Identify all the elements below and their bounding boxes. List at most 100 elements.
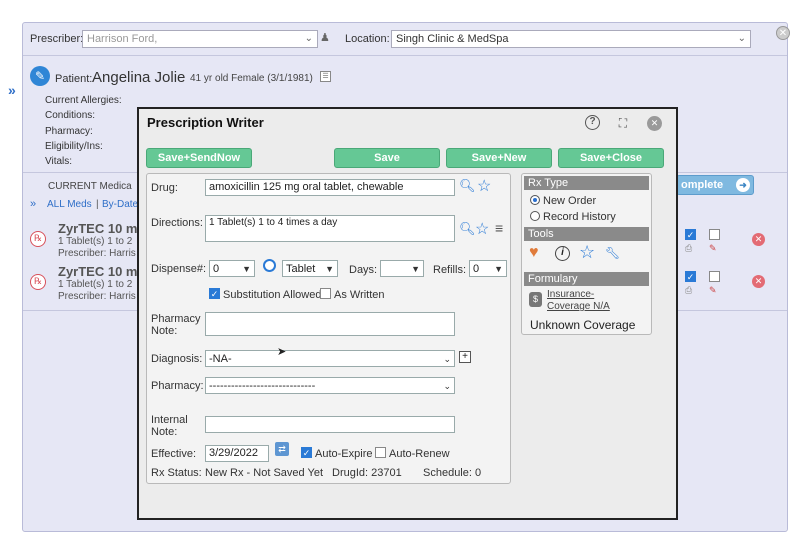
- patient-label: Patient:: [55, 73, 93, 85]
- info-icon[interactable]: i: [555, 246, 570, 261]
- diagnosis-select[interactable]: -NA- ⌄: [205, 350, 455, 367]
- favorite-star-icon[interactable]: ☆: [475, 219, 489, 239]
- dispense-label: Dispense#:: [151, 263, 207, 275]
- expand-chevrons-icon[interactable]: »: [8, 82, 16, 98]
- vitals-label: Vitals:: [45, 156, 73, 167]
- prescriber-select[interactable]: Harrison Ford, ⌄: [82, 30, 318, 48]
- patient-details: 41 yr old Female (3/1/1981): [190, 73, 313, 84]
- complete-button[interactable]: omplete ➜: [676, 175, 754, 195]
- med-sig: 1 Tablet(s) 1 to 2: [58, 236, 133, 247]
- dollar-icon: $: [529, 292, 542, 307]
- current-meds-label: CURRENT Medica: [48, 181, 132, 192]
- pin-icon[interactable]: ✎: [709, 243, 717, 254]
- med-prescriber: Prescriber: Harris: [58, 291, 136, 302]
- unit-select[interactable]: Tablet ▼: [282, 260, 338, 277]
- prescriber-label: Prescriber:: [30, 33, 84, 45]
- pharmacy-label: Pharmacy:: [45, 126, 93, 137]
- days-label: Days:: [349, 264, 378, 276]
- patient-name[interactable]: Angelina Jolie: [92, 69, 185, 86]
- pharmacy-note-input[interactable]: [205, 312, 455, 336]
- menu-icon[interactable]: ≡: [495, 220, 503, 236]
- med-checkbox[interactable]: ✓: [685, 229, 696, 240]
- arrow-icon: ➜: [736, 178, 750, 192]
- med-sig: 1 Tablet(s) 1 to 2: [58, 279, 133, 290]
- insurance-coverage-link[interactable]: Coverage N/A: [547, 301, 610, 312]
- heart-icon[interactable]: ♥: [529, 244, 539, 262]
- rx-status-value: New Rx - Not Saved Yet: [205, 467, 324, 479]
- favorite-star-icon[interactable]: ☆: [477, 176, 491, 196]
- med-checkbox[interactable]: [709, 229, 720, 240]
- print-icon[interactable]: ⎙: [685, 243, 692, 254]
- internal-note-input[interactable]: [205, 416, 455, 433]
- divider: [23, 55, 787, 56]
- add-diagnosis-button[interactable]: +: [459, 351, 471, 363]
- chevron-down-icon: ⌄: [443, 354, 451, 364]
- auto-expire-label: Auto-Expire: [315, 448, 373, 460]
- chevron-down-icon: ▼: [242, 264, 251, 274]
- filter-by-date[interactable]: By-Date: [102, 199, 138, 210]
- save-button[interactable]: Save: [334, 148, 440, 168]
- days-select[interactable]: ▼: [380, 260, 424, 277]
- insurance-coverage-link[interactable]: Insurance-: [547, 289, 594, 300]
- auto-expire-checkbox[interactable]: ✓: [301, 447, 312, 458]
- fullscreen-icon[interactable]: ⛶: [615, 115, 631, 131]
- calendar-icon[interactable]: ⇄: [275, 442, 289, 456]
- print-icon[interactable]: ⎙: [685, 285, 692, 296]
- effective-date-input[interactable]: 3/29/2022: [205, 445, 269, 462]
- rx-icon: ℞: [30, 231, 46, 247]
- close-dialog-icon[interactable]: ✕: [647, 116, 662, 131]
- save-send-now-button[interactable]: Save+SendNow: [146, 148, 252, 168]
- patient-card-icon[interactable]: ☰: [320, 71, 331, 82]
- auto-renew-label: Auto-Renew: [389, 448, 450, 460]
- conditions-label: Conditions:: [45, 110, 96, 121]
- new-order-label: New Order: [543, 195, 597, 207]
- med-prescriber: Prescriber: Harris: [58, 248, 136, 259]
- rx-type-header: Rx Type: [524, 176, 649, 190]
- edit-patient-icon[interactable]: ✎: [30, 66, 50, 86]
- pharmacy-note-label: Note:: [151, 325, 178, 337]
- med-name[interactable]: ZyrTEC 10 m: [58, 264, 137, 279]
- chevron-down-icon: ⌄: [737, 33, 746, 44]
- chevron-down-icon: ▼: [411, 264, 420, 274]
- save-new-button[interactable]: Save+New: [446, 148, 552, 168]
- substitution-label: Substitution Allowed: [223, 289, 322, 301]
- wrench-icon[interactable]: 🔧︎: [605, 246, 620, 260]
- dispense-select[interactable]: 0 ▼: [209, 260, 255, 277]
- formulary-header: Formulary: [524, 272, 649, 286]
- help-icon[interactable]: ?: [585, 115, 600, 130]
- chevron-down-icon: ▼: [494, 264, 503, 274]
- unit-lookup-icon[interactable]: [263, 259, 276, 272]
- chevron-down-icon: ▼: [325, 264, 334, 274]
- med-checkbox[interactable]: [709, 271, 720, 282]
- directions-input[interactable]: 1 Tablet(s) 1 to 4 times a day: [205, 215, 455, 242]
- pharmacy-select[interactable]: ----------------------------- ⌄: [205, 377, 455, 394]
- record-history-radio[interactable]: [530, 211, 540, 221]
- location-select[interactable]: Singh Clinic & MedSpa ⌄: [391, 30, 751, 48]
- med-name[interactable]: ZyrTEC 10 m: [58, 221, 137, 236]
- tools-header: Tools: [524, 227, 649, 241]
- new-order-radio[interactable]: [530, 195, 540, 205]
- rx-icon: ℞: [30, 274, 46, 290]
- coverage-status: Unknown Coverage: [530, 318, 636, 332]
- location-label: Location:: [345, 33, 390, 45]
- star-icon[interactable]: ☆: [579, 242, 595, 263]
- close-icon[interactable]: ✕: [776, 26, 790, 40]
- refills-select[interactable]: 0 ▼: [469, 260, 507, 277]
- med-checkbox[interactable]: ✓: [685, 271, 696, 282]
- auto-renew-checkbox[interactable]: [375, 447, 386, 458]
- delete-icon[interactable]: ✕: [752, 275, 765, 288]
- pin-icon[interactable]: ✎: [709, 285, 717, 296]
- search-icon[interactable]: 🔍︎: [459, 221, 476, 237]
- chevron-down-icon: ⌄: [304, 33, 313, 44]
- filter-all-meds[interactable]: ALL Meds: [47, 199, 92, 210]
- user-icon[interactable]: ♟: [320, 31, 330, 44]
- search-icon[interactable]: 🔍︎: [459, 178, 476, 194]
- internal-note-label: Internal: [151, 414, 188, 426]
- delete-icon[interactable]: ✕: [752, 233, 765, 246]
- drug-label: Drug:: [151, 182, 178, 194]
- as-written-checkbox[interactable]: [320, 288, 331, 299]
- substitution-checkbox[interactable]: ✓: [209, 288, 220, 299]
- directions-label: Directions:: [151, 217, 203, 229]
- save-close-button[interactable]: Save+Close: [558, 148, 664, 168]
- drug-input[interactable]: amoxicillin 125 mg oral tablet, chewable: [205, 179, 455, 196]
